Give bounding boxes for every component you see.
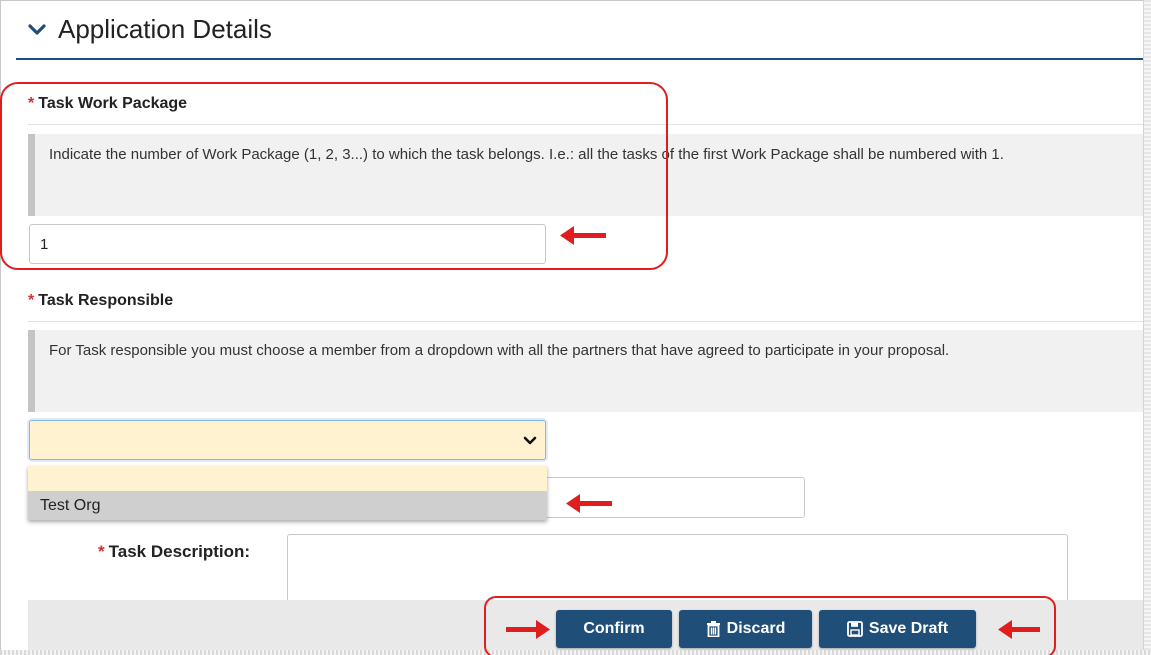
section-header[interactable]: Application Details bbox=[28, 14, 272, 45]
dropdown-option-test-org[interactable]: Test Org bbox=[28, 491, 547, 520]
section-divider bbox=[16, 58, 1143, 60]
task-responsible-label-text: Task Responsible bbox=[38, 292, 174, 309]
section-title: Application Details bbox=[58, 14, 272, 44]
required-asterisk: * bbox=[98, 542, 105, 561]
left-arrow-icon bbox=[560, 226, 606, 245]
right-arrow-icon bbox=[506, 620, 550, 639]
scrollbar-track[interactable] bbox=[1143, 0, 1151, 655]
chevron-down-icon bbox=[28, 23, 46, 35]
left-arrow-icon bbox=[566, 494, 612, 513]
task-responsible-help: For Task responsible you must choose a m… bbox=[28, 330, 1143, 412]
task-responsible-dropdown-list[interactable]: Test Org bbox=[28, 466, 547, 520]
task-description-label-text: Task Description: bbox=[108, 542, 251, 561]
dropdown-option-empty[interactable] bbox=[28, 466, 547, 491]
annotation-highlight-buttons bbox=[484, 596, 1056, 655]
left-arrow-icon bbox=[998, 620, 1040, 639]
label-divider bbox=[28, 321, 1143, 322]
chevron-down-icon bbox=[523, 436, 537, 445]
task-responsible-select[interactable] bbox=[29, 420, 546, 460]
hidden-text-field[interactable] bbox=[520, 477, 805, 518]
task-responsible-label: * Task Responsible bbox=[28, 292, 173, 310]
required-asterisk: * bbox=[28, 292, 35, 309]
task-responsible-help-text: For Task responsible you must choose a m… bbox=[49, 342, 950, 359]
task-description-label: * Task Description: bbox=[98, 542, 250, 562]
